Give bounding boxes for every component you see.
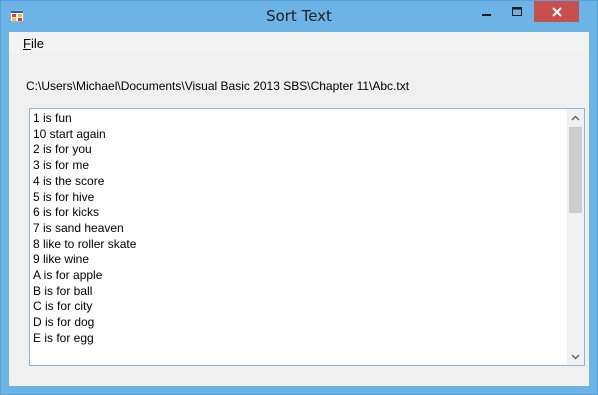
scroll-up-button[interactable] xyxy=(567,109,584,126)
text-lines: 1 is fun 10 start again 2 is for you 3 is f… xyxy=(33,111,136,347)
client-area: File C:\Users\Michael\Documents\Visual B… xyxy=(9,32,589,386)
text-line: B is for ball xyxy=(33,283,93,298)
text-line: 4 is the score xyxy=(33,173,105,188)
text-line: 10 start again xyxy=(33,126,106,141)
text-line: 3 is for me xyxy=(33,158,90,173)
text-line: D is for dog xyxy=(33,315,95,330)
text-line: 7 is sand heaven xyxy=(33,220,124,235)
file-menu[interactable]: File xyxy=(23,36,44,51)
file-menu-label: ile xyxy=(30,36,44,51)
chevron-up-icon xyxy=(571,115,580,120)
text-line: A is for apple xyxy=(33,268,103,283)
close-icon xyxy=(551,6,562,17)
chevron-down-icon xyxy=(571,354,580,359)
scroll-thumb[interactable] xyxy=(569,127,582,213)
text-line: E is for egg xyxy=(33,330,94,345)
text-line: 2 is for you xyxy=(33,142,92,157)
text-line: C is for city xyxy=(33,299,93,314)
minimize-icon xyxy=(482,13,491,16)
close-button[interactable] xyxy=(534,1,579,22)
sorted-text-box[interactable]: 1 is fun 10 start again 2 is for you 3 is f… xyxy=(29,108,585,366)
sort-text-window: Sort Text File C:\Users\Michael\Document… xyxy=(0,0,598,395)
text-line: 5 is for hive xyxy=(33,189,95,204)
maximize-icon xyxy=(512,6,522,16)
menu-bar: File xyxy=(9,32,589,54)
vertical-scrollbar[interactable] xyxy=(567,109,584,365)
scroll-down-button[interactable] xyxy=(567,348,584,365)
text-line: 8 like to roller skate xyxy=(33,236,137,251)
file-path-label: C:\Users\Michael\Documents\Visual Basic … xyxy=(26,79,410,93)
text-line: 9 like wine xyxy=(33,252,90,267)
text-line: 6 is for kicks xyxy=(33,205,100,220)
file-menu-mnemonic: F xyxy=(23,36,31,51)
maximize-button[interactable] xyxy=(504,1,530,22)
title-bar[interactable]: Sort Text xyxy=(1,1,597,32)
text-line: 1 is fun xyxy=(33,111,72,125)
minimize-button[interactable] xyxy=(474,1,500,22)
